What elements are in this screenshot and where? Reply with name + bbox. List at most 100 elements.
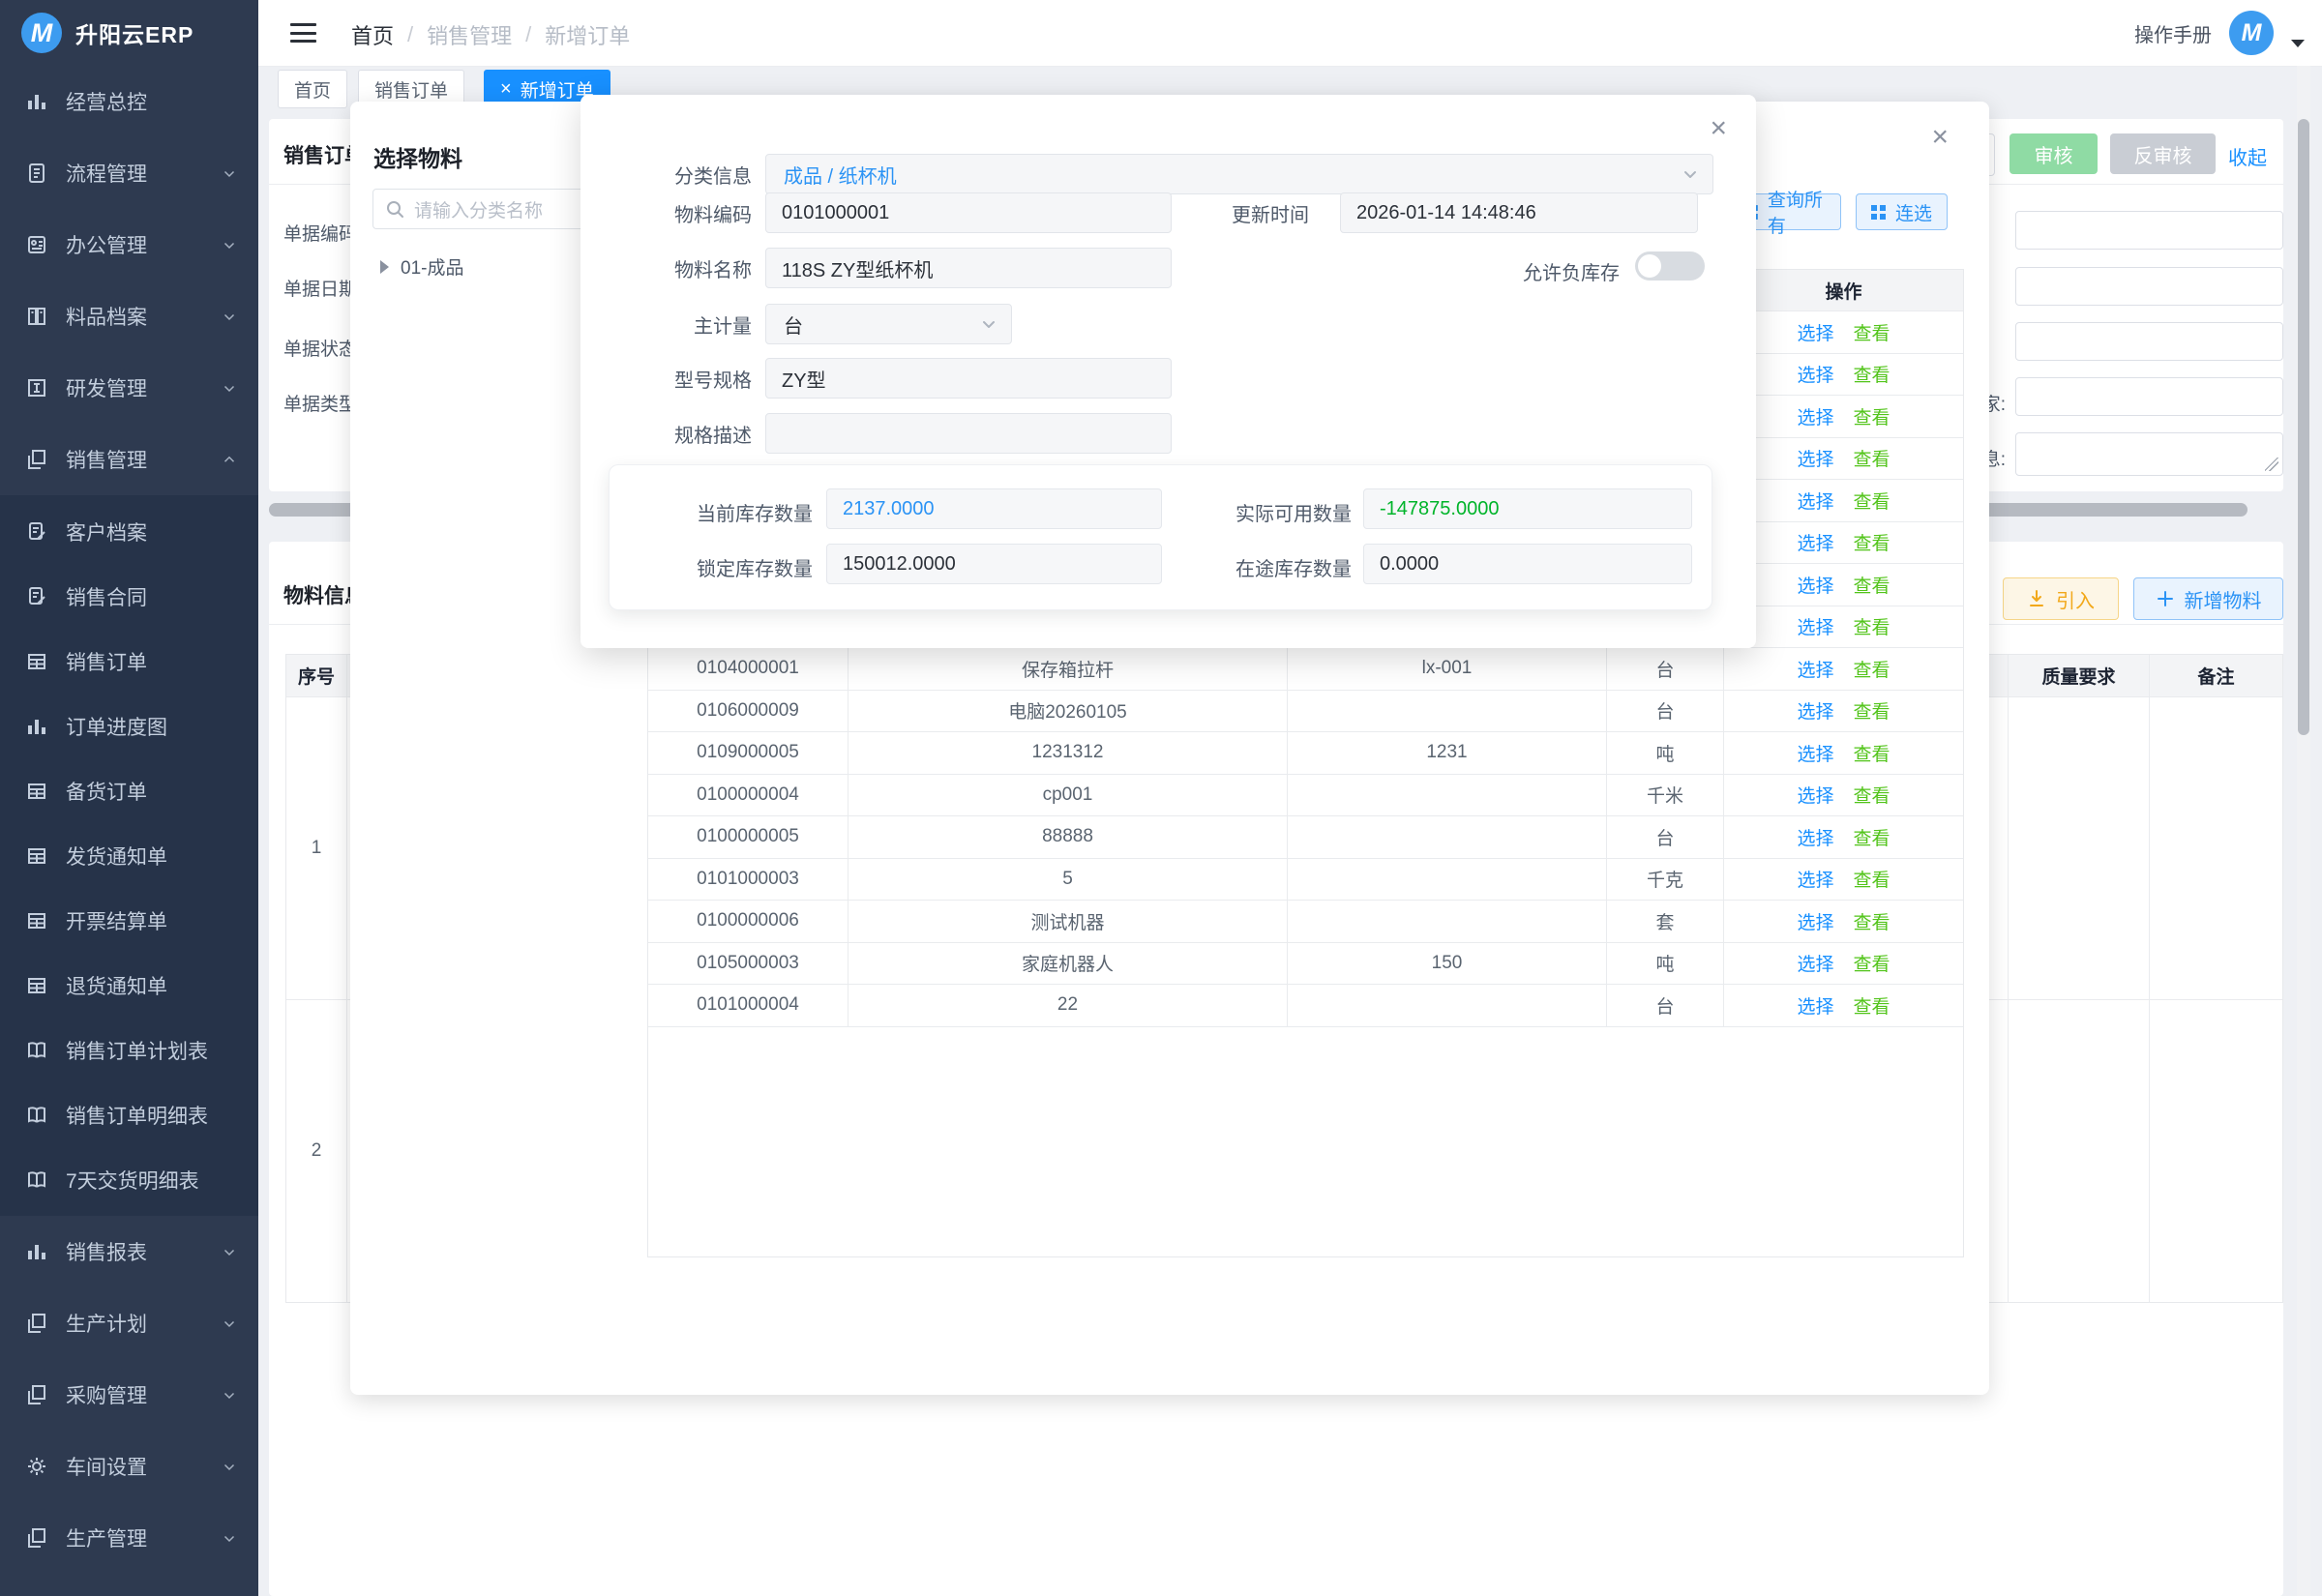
view-link[interactable]: 查看: [1854, 445, 1890, 471]
view-link[interactable]: 查看: [1854, 361, 1890, 387]
sidebar-item-office-mgmt[interactable]: 办公管理: [0, 209, 258, 281]
main-unit-select[interactable]: 台: [765, 304, 1012, 344]
select-link[interactable]: 选择: [1797, 782, 1833, 808]
breadcrumb-item[interactable]: 新增订单: [545, 19, 630, 50]
transit-stock-value[interactable]: 0.0000: [1363, 544, 1692, 584]
sidebar-item-shipping-notice[interactable]: 发货通知单: [0, 823, 258, 888]
sidebar-item-processing-workshop[interactable]: 加工车间: [0, 1574, 258, 1596]
tab-home[interactable]: 首页: [278, 70, 347, 108]
sidebar-item-rd-mgmt[interactable]: 研发管理: [0, 352, 258, 424]
current-stock-value[interactable]: 2137.0000: [826, 488, 1162, 529]
select-link[interactable]: 选择: [1797, 488, 1833, 514]
material-name-input[interactable]: [765, 248, 1172, 288]
view-link[interactable]: 查看: [1854, 782, 1890, 808]
view-link[interactable]: 查看: [1854, 992, 1890, 1019]
sidebar-item-sales-report[interactable]: 销售报表: [0, 1216, 258, 1287]
vertical-scrollbar-thumb[interactable]: [2298, 119, 2309, 735]
multi-select-button[interactable]: 连选: [1856, 193, 1948, 230]
view-link[interactable]: 查看: [1854, 950, 1890, 976]
material-code-cell: 0105000003: [648, 943, 848, 985]
select-link[interactable]: 选择: [1797, 445, 1833, 471]
sidebar-item-sales-order-plan[interactable]: 销售订单计划表: [0, 1018, 258, 1082]
view-link[interactable]: 查看: [1854, 656, 1890, 682]
sidebar-item-sales-order[interactable]: 销售订单: [0, 629, 258, 694]
sidebar-item-sales-contract[interactable]: 销售合同: [0, 564, 258, 629]
select-link[interactable]: 选择: [1797, 656, 1833, 682]
order-form-input[interactable]: [2015, 322, 2283, 361]
sidebar-item-production-plan[interactable]: 生产计划: [0, 1287, 258, 1359]
sidebar-item-material-archive[interactable]: 料品档案: [0, 281, 258, 352]
vertical-scrollbar-track[interactable]: [2297, 66, 2310, 1596]
spec-desc-input[interactable]: [765, 413, 1172, 454]
tree-item-finished-goods[interactable]: 01-成品: [380, 253, 463, 280]
sidebar-item-dashboard[interactable]: 经营总控: [0, 66, 258, 137]
avatar[interactable]: M: [2229, 11, 2274, 55]
model-spec-input[interactable]: [765, 358, 1172, 399]
material-detail-dialog: × 分类信息 成品 / 纸杯机 物料编码 更新时间 物料名称 允许负库存 主计量: [580, 95, 1756, 648]
view-link[interactable]: 查看: [1854, 908, 1890, 934]
view-link[interactable]: 查看: [1854, 866, 1890, 892]
sidebar-item-sales-mgmt[interactable]: 销售管理: [0, 424, 258, 495]
allow-negative-stock-toggle[interactable]: [1635, 251, 1705, 281]
order-form-input[interactable]: [2015, 377, 2283, 416]
menu-collapse-icon[interactable]: [290, 23, 316, 43]
view-link[interactable]: 查看: [1854, 613, 1890, 639]
select-link[interactable]: 选择: [1797, 824, 1833, 850]
available-stock-value[interactable]: -147875.0000: [1363, 488, 1692, 529]
view-link[interactable]: 查看: [1854, 319, 1890, 345]
sidebar-item-workshop-settings[interactable]: 车间设置: [0, 1431, 258, 1502]
view-link[interactable]: 查看: [1854, 697, 1890, 724]
select-link[interactable]: 选择: [1797, 908, 1833, 934]
view-link[interactable]: 查看: [1854, 488, 1890, 514]
close-icon[interactable]: ×: [1710, 114, 1727, 143]
sidebar-item-process-mgmt[interactable]: 流程管理: [0, 137, 258, 209]
sidebar-item-order-progress[interactable]: 订单进度图: [0, 694, 258, 758]
select-link[interactable]: 选择: [1797, 529, 1833, 555]
order-form-input[interactable]: [2015, 267, 2283, 306]
select-link[interactable]: 选择: [1797, 950, 1833, 976]
select-link[interactable]: 选择: [1797, 740, 1833, 766]
order-form-input[interactable]: [2015, 211, 2283, 250]
material-code-input[interactable]: [765, 192, 1172, 233]
view-link[interactable]: 查看: [1854, 572, 1890, 598]
select-link[interactable]: 选择: [1797, 361, 1833, 387]
query-all-button[interactable]: 查询所有: [1742, 193, 1841, 230]
view-link[interactable]: 查看: [1854, 529, 1890, 555]
model-spec-cell: [1288, 985, 1607, 1026]
unapprove-button[interactable]: 反审核: [2110, 133, 2216, 174]
breadcrumb-item[interactable]: 首页: [351, 19, 394, 50]
order-form-textarea[interactable]: [2015, 432, 2283, 476]
select-link[interactable]: 选择: [1797, 613, 1833, 639]
sidebar-item-sales-order-detail[interactable]: 销售订单明细表: [0, 1082, 258, 1147]
updated-time-input[interactable]: [1340, 192, 1698, 233]
select-link[interactable]: 选择: [1797, 403, 1833, 429]
sidebar-item-customer-archive[interactable]: 客户档案: [0, 499, 258, 564]
select-link[interactable]: 选择: [1797, 866, 1833, 892]
breadcrumb-item[interactable]: 销售管理: [427, 19, 512, 50]
sidebar-item-invoice-settlement[interactable]: 开票结算单: [0, 888, 258, 953]
approve-button[interactable]: 审核: [2009, 133, 2098, 174]
select-link[interactable]: 选择: [1797, 697, 1833, 724]
view-link[interactable]: 查看: [1854, 824, 1890, 850]
collapse-link[interactable]: 收起: [2228, 142, 2267, 170]
sidebar-item-purchase-mgmt[interactable]: 采购管理: [0, 1359, 258, 1431]
manual-link[interactable]: 操作手册: [2134, 19, 2212, 47]
view-link[interactable]: 查看: [1854, 403, 1890, 429]
select-link[interactable]: 选择: [1797, 572, 1833, 598]
sidebar-item-production-mgmt[interactable]: 生产管理: [0, 1502, 258, 1574]
caret-right-icon[interactable]: [380, 260, 389, 274]
add-material-button[interactable]: 新增物料: [2133, 577, 2283, 620]
close-icon[interactable]: ×: [1931, 123, 1949, 152]
category-select[interactable]: 成品 / 纸杯机: [765, 154, 1713, 194]
locked-stock-value[interactable]: 150012.0000: [826, 544, 1162, 584]
select-link[interactable]: 选择: [1797, 319, 1833, 345]
sidebar-item-return-notice[interactable]: 退货通知单: [0, 953, 258, 1018]
sidebar-item-stocking-order[interactable]: 备货订单: [0, 758, 258, 823]
select-link[interactable]: 选择: [1797, 992, 1833, 1019]
table-row: 0106000009电脑20260105台选择查看: [648, 691, 1963, 733]
chevron-down-icon[interactable]: [2291, 40, 2305, 47]
close-icon[interactable]: ×: [500, 79, 512, 99]
import-button[interactable]: 引入: [2003, 577, 2119, 620]
sidebar-item-delivery-7days[interactable]: 7天交货明细表: [0, 1147, 258, 1212]
view-link[interactable]: 查看: [1854, 740, 1890, 766]
